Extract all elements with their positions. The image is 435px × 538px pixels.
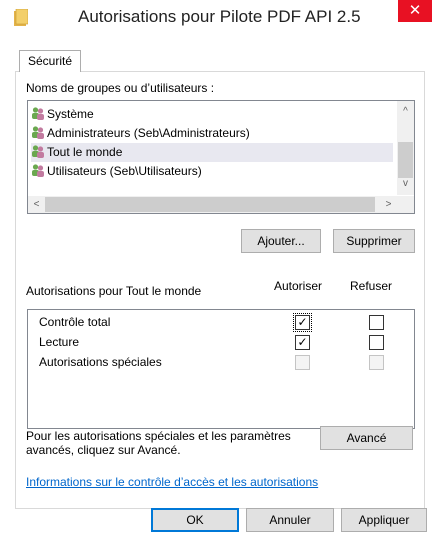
advanced-button[interactable]: Avancé: [320, 426, 413, 450]
allow-special-checkbox: [295, 355, 310, 370]
security-panel: Noms de groupes ou d’utilisateurs : Syst…: [15, 71, 425, 509]
deny-full-control-checkbox[interactable]: [369, 315, 384, 330]
permission-label: Lecture: [39, 335, 80, 349]
groups-label: Noms de groupes ou d’utilisateurs :: [26, 81, 215, 95]
deny-special-checkbox: [369, 355, 384, 370]
add-button[interactable]: Ajouter...: [241, 229, 321, 253]
horizontal-scrollbar[interactable]: < >: [28, 196, 397, 213]
close-button[interactable]: ✕: [398, 0, 432, 22]
tab-security[interactable]: Sécurité: [19, 50, 82, 72]
permission-label: Autorisations spéciales: [39, 355, 162, 369]
allow-read-checkbox[interactable]: ✓: [295, 335, 310, 350]
users-icon: [32, 107, 44, 120]
ok-button[interactable]: OK: [151, 508, 239, 532]
scroll-left-icon[interactable]: <: [28, 196, 45, 213]
title-bar: Autorisations pour Pilote PDF API 2.5 ✕: [0, 0, 435, 36]
folder-icon: [14, 9, 28, 26]
allow-header: Autoriser: [274, 279, 323, 293]
advanced-hint-line2: avancés, cliquez sur Avancé.: [26, 443, 181, 457]
allow-full-control-checkbox[interactable]: ✓: [293, 313, 312, 332]
list-item[interactable]: Administrateurs (Seb\Administrateurs): [31, 124, 393, 143]
scroll-down-icon[interactable]: v: [397, 175, 414, 192]
cancel-button[interactable]: Annuler: [246, 508, 334, 532]
list-item-label: Utilisateurs (Seb\Utilisateurs): [47, 164, 202, 178]
deny-header: Refuser: [350, 279, 393, 293]
list-item-label: Système: [47, 107, 94, 121]
scroll-up-icon[interactable]: ^: [397, 103, 414, 120]
list-item[interactable]: Système: [31, 105, 393, 124]
permissions-label: Autorisations pour Tout le monde: [26, 284, 202, 298]
window-title: Autorisations pour Pilote PDF API 2.5: [78, 7, 361, 26]
list-item[interactable]: Utilisateurs (Seb\Utilisateurs): [31, 162, 393, 181]
help-link[interactable]: Informations sur le contrôle d’accès et …: [26, 475, 318, 489]
advanced-hint-line1: Pour les autorisations spéciales et les …: [26, 429, 291, 443]
vertical-scrollbar[interactable]: ^ v: [397, 101, 414, 195]
scroll-right-icon[interactable]: >: [380, 196, 397, 213]
tab-strip: Sécurité: [15, 50, 424, 72]
remove-button[interactable]: Supprimer: [333, 229, 415, 253]
users-icon: [32, 145, 44, 158]
deny-read-checkbox[interactable]: [369, 335, 384, 350]
users-icon: [32, 164, 44, 177]
permission-label: Contrôle total: [39, 315, 111, 329]
list-item-label: Administrateurs (Seb\Administrateurs): [47, 126, 250, 140]
list-item-label: Tout le monde: [47, 145, 123, 159]
close-icon: ✕: [408, 2, 422, 19]
permissions-list: Contrôle total ✓ Lecture ✓ Autorisations…: [27, 309, 415, 429]
apply-button[interactable]: Appliquer: [341, 508, 427, 532]
scroll-corner: [397, 196, 414, 213]
users-icon: [32, 126, 44, 139]
vertical-scroll-thumb[interactable]: [398, 142, 413, 178]
groups-listbox[interactable]: Système Administrateurs (Seb\Administrat…: [27, 100, 415, 214]
horizontal-scroll-thumb[interactable]: [45, 197, 375, 212]
list-item-selected[interactable]: Tout le monde: [31, 143, 393, 162]
